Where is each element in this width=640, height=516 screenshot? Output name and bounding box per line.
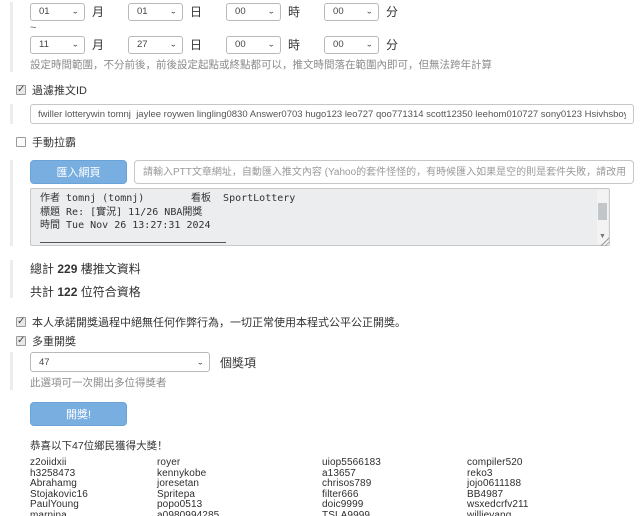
article-content-textarea[interactable]: 作者 tomnj (tomnj) 看板 SportLottery 標題 Re: …	[30, 188, 610, 246]
textarea-scrollbar[interactable]: ▼	[597, 190, 608, 244]
eligible-count: 122	[57, 285, 77, 299]
end-hour-select[interactable]: 00 ⌄	[226, 36, 281, 54]
day-label: 日	[190, 36, 202, 53]
prize-count-section: 47 ⌄ 個獎項 此選項可一次開出多位得獎者	[10, 352, 634, 390]
prize-count-row: 47 ⌄ 個獎項	[30, 352, 634, 372]
end-minute-select[interactable]: 00 ⌄	[324, 36, 379, 54]
chevron-down-icon: ⌄	[169, 8, 177, 15]
chevron-down-icon: ⌄	[169, 41, 177, 48]
winner-name: willieyang	[467, 511, 634, 516]
time-range-end-row: 11 ⌄ 月 27 ⌄ 日 00 ⌄ 時 00 ⌄ 分	[30, 35, 634, 54]
time-range-section: 01 ⌄ 月 01 ⌄ 日 00 ⌄ 時 00 ⌄ 分 ~ 11	[10, 2, 634, 72]
start-minute-value: 00	[333, 6, 344, 17]
article-title: 標題 Re: [實況] 11/26 NBA開獎	[40, 206, 591, 220]
chevron-down-icon: ⌄	[267, 8, 275, 15]
day-label: 日	[190, 3, 202, 20]
prize-count-value: 47	[39, 357, 50, 368]
winners-grid: z2oiidxiih3258473AbrahamgStojakovic16Pau…	[30, 458, 634, 516]
winner-column: compiler520reko3jojo0611188BB4987wsxedcr…	[467, 458, 634, 516]
prize-count-hint: 此選項可一次開出多位得獎者	[30, 375, 634, 390]
start-hour-value: 00	[235, 6, 246, 17]
chevron-down-icon: ⌄	[196, 358, 204, 365]
draw-button-block: 開獎!	[10, 402, 634, 426]
multi-draw-label: 多重開獎	[32, 333, 76, 349]
range-separator: ~	[30, 22, 634, 34]
import-section: 匯入網頁 作者 tomnj (tomnj) 看板 SportLottery 標題…	[10, 160, 634, 246]
winner-name: TSLA9999	[322, 511, 467, 516]
end-day-select[interactable]: 27 ⌄	[128, 36, 183, 54]
winner-name: royer	[157, 458, 322, 469]
end-hour-value: 00	[235, 39, 246, 50]
multi-draw-row: 多重開獎	[16, 333, 634, 349]
filter-input-block	[10, 104, 634, 124]
minute-label: 分	[386, 3, 398, 20]
winners-headline: 恭喜以下47位鄉民獲得大獎！	[30, 438, 634, 453]
winner-name: a0980994285	[157, 511, 322, 516]
minute-label: 分	[386, 36, 398, 53]
start-day-value: 01	[137, 6, 148, 17]
start-minute-select[interactable]: 00 ⌄	[324, 3, 379, 21]
winner-name: uiop5566183	[322, 458, 467, 469]
start-hour-select[interactable]: 00 ⌄	[226, 3, 281, 21]
filter-pushid-input[interactable]	[30, 104, 634, 124]
import-row: 匯入網頁	[30, 160, 634, 184]
chevron-down-icon: ⌄	[267, 41, 275, 48]
hour-label: 時	[288, 3, 300, 20]
start-month-value: 01	[39, 6, 50, 17]
scrollbar-thumb[interactable]	[598, 203, 607, 220]
hour-label: 時	[288, 36, 300, 53]
total-comments-count: 229	[57, 262, 77, 276]
eligible-count-text: 共計 122 位符合資格	[30, 283, 634, 298]
chevron-down-icon: ⌄	[71, 8, 79, 15]
winner-name: z2oiidxii	[30, 458, 157, 469]
prize-count-select[interactable]: 47 ⌄	[30, 352, 210, 372]
winner-column: uiop5566183a13657chrisos789filter666doic…	[322, 458, 467, 516]
total-comments-text: 總計 229 樓推文資料	[30, 260, 634, 275]
chevron-down-icon: ⌄	[366, 8, 374, 15]
pledge-label: 本人承諾開獎過程中絕無任何作弊行為，一切正常使用本程式公平公正開獎。	[32, 314, 406, 330]
filter-pushid-checkbox[interactable]	[16, 85, 26, 95]
start-month-select[interactable]: 01 ⌄	[30, 3, 85, 21]
winner-column: z2oiidxiih3258473AbrahamgStojakovic16Pau…	[30, 458, 157, 516]
pledge-checkbox[interactable]	[16, 317, 26, 327]
manual-slot-row: 手動拉霸	[16, 134, 634, 150]
filter-pushid-row: 過濾推文ID	[16, 82, 634, 98]
manual-slot-checkbox[interactable]	[16, 137, 26, 147]
start-day-select[interactable]: 01 ⌄	[128, 3, 183, 21]
winner-column: royerkennykobejoresetanSpritepapopo0513a…	[157, 458, 322, 516]
month-label: 月	[92, 36, 104, 53]
totals-section: 總計 229 樓推文資料 共計 122 位符合資格	[10, 260, 634, 298]
chevron-down-icon: ⌄	[366, 41, 374, 48]
end-month-select[interactable]: 11 ⌄	[30, 36, 85, 54]
end-minute-value: 00	[333, 39, 344, 50]
article-time: 時間 Tue Nov 26 13:27:31 2024	[40, 219, 591, 233]
article-board: 看板 SportLottery	[191, 192, 295, 206]
import-page-button[interactable]: 匯入網頁	[30, 160, 127, 184]
draw-button[interactable]: 開獎!	[30, 402, 127, 426]
filter-pushid-label: 過濾推文ID	[32, 82, 87, 98]
lottery-tool-page: 01 ⌄ 月 01 ⌄ 日 00 ⌄ 時 00 ⌄ 分 ~ 11	[0, 0, 640, 516]
end-day-value: 27	[137, 39, 148, 50]
month-label: 月	[92, 3, 104, 20]
article-divider	[40, 233, 226, 243]
time-range-start-row: 01 ⌄ 月 01 ⌄ 日 00 ⌄ 時 00 ⌄ 分	[30, 2, 634, 21]
winner-name: compiler520	[467, 458, 634, 469]
winner-name: marnina	[30, 511, 157, 516]
time-range-hint: 設定時間範圍，不分前後，前後設定起點或終點都可以，推文時間落在範圍內即可，但無法…	[30, 57, 634, 72]
multi-draw-checkbox[interactable]	[16, 336, 26, 346]
article-header-line: 作者 tomnj (tomnj) 看板 SportLottery	[40, 192, 591, 206]
pledge-row: 本人承諾開獎過程中絕無任何作弊行為，一切正常使用本程式公平公正開獎。	[16, 314, 634, 330]
article-author: 作者 tomnj (tomnj)	[40, 192, 191, 206]
article-url-input[interactable]	[134, 160, 634, 184]
manual-slot-label: 手動拉霸	[32, 134, 76, 150]
end-month-value: 11	[39, 39, 49, 50]
chevron-down-icon: ⌄	[71, 41, 79, 48]
prize-count-suffix: 個獎項	[220, 354, 256, 371]
